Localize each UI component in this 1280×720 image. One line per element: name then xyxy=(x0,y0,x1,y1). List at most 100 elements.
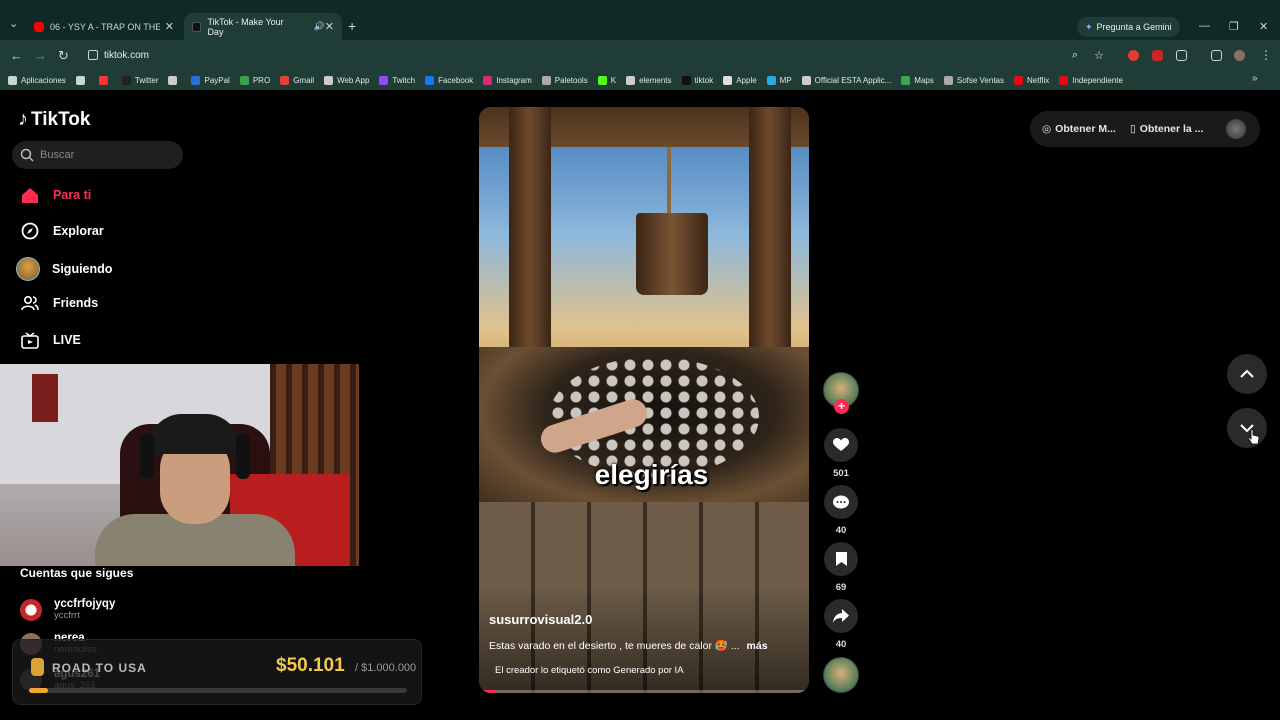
bookmark-item[interactable]: Aplicaciones xyxy=(8,75,66,85)
nav-label: Explorar xyxy=(53,224,104,238)
like-button[interactable]: 501 xyxy=(823,428,859,479)
bookmark-item[interactable]: Independiente xyxy=(1059,75,1123,85)
bookmark-item[interactable]: Twitter xyxy=(121,75,158,85)
money-bag-icon xyxy=(31,658,44,676)
bookmark-item[interactable] xyxy=(75,75,89,85)
nav-siguiendo[interactable]: Siguiendo xyxy=(16,257,112,281)
bookmark-favicon-icon xyxy=(280,75,290,85)
close-icon[interactable]: ✕ xyxy=(325,20,334,33)
nav-explorar[interactable]: Explorar xyxy=(20,221,104,241)
bookmark-item[interactable]: Paletools xyxy=(541,75,588,85)
bookmark-favicon-icon xyxy=(597,75,607,85)
restore-icon[interactable]: ❐ xyxy=(1229,20,1239,33)
tab-search-icon[interactable]: ⌄ xyxy=(9,17,18,30)
tiktok-note-icon: ♪ xyxy=(18,108,28,130)
bookmark-item[interactable]: Twitch xyxy=(379,75,415,85)
nav-live[interactable]: LIVE xyxy=(20,330,81,350)
comment-button[interactable]: 40 xyxy=(823,485,859,536)
more-bookmarks-icon[interactable]: » xyxy=(1252,73,1258,84)
reload-icon[interactable]: ↻ xyxy=(58,48,69,64)
zoom-icon[interactable]: ⌕ xyxy=(1072,49,1078,62)
bookmark-label: Aplicaciones xyxy=(21,75,66,85)
extensions-puzzle-icon[interactable] xyxy=(1176,50,1187,61)
gemini-button[interactable]: ✦ Pregunta a Gemini xyxy=(1077,17,1180,37)
tab-tiktok[interactable]: TikTok - Make Your Day 🔊 ✕ xyxy=(184,13,342,40)
close-icon[interactable]: ✕ xyxy=(165,20,174,33)
nav-para-ti[interactable]: Para ti xyxy=(20,185,91,205)
nav-label: Friends xyxy=(53,296,99,310)
get-desktop-app-button[interactable]: ◎ Obtener M... xyxy=(1042,123,1116,135)
ai-generated-label: El creador lo etiquetó como Generado por… xyxy=(495,665,684,676)
progress-track xyxy=(29,688,407,693)
next-video-button[interactable] xyxy=(1227,408,1267,448)
tiktok-logo[interactable]: ♪ TikTok xyxy=(18,108,90,131)
bookmark-star-icon[interactable]: ☆ xyxy=(1094,49,1104,62)
bucket-image xyxy=(636,213,708,295)
close-window-icon[interactable]: ✕ xyxy=(1259,20,1268,33)
bookmark-item[interactable]: Sofse Ventas xyxy=(943,75,1005,85)
bookmark-item[interactable]: PayPal xyxy=(191,75,230,85)
profile-avatar[interactable] xyxy=(1226,119,1246,139)
bookmark-label: MP xyxy=(779,75,792,85)
bookmark-label: Official ESTA Applic... xyxy=(814,75,892,85)
bookmark-item[interactable]: MP xyxy=(766,75,792,85)
extension-icon[interactable] xyxy=(1152,50,1163,61)
address-bar-row: ← → ↻ tiktok.com ⌕ ☆ ⋮ xyxy=(0,40,1280,70)
bookmark-item[interactable] xyxy=(98,75,112,85)
nav-friends[interactable]: Friends xyxy=(20,293,98,313)
share-button[interactable]: 40 xyxy=(823,599,859,650)
menu-icon[interactable]: ⋮ xyxy=(1260,48,1272,62)
account-username: yccfrrt xyxy=(54,610,80,621)
music-disc-avatar[interactable] xyxy=(823,657,859,693)
bookmark-label: PRO xyxy=(252,75,271,85)
bookmark-label: Independiente xyxy=(1072,75,1123,85)
new-tab-icon[interactable]: + xyxy=(348,18,356,34)
previous-video-button[interactable] xyxy=(1227,354,1267,394)
bookmark-item[interactable]: Apple xyxy=(723,75,757,85)
media-control-icon[interactable] xyxy=(1211,50,1222,61)
search-input[interactable]: Buscar xyxy=(12,141,183,169)
address-field[interactable]: tiktok.com ⌕ ☆ xyxy=(82,44,1122,66)
mouse-cursor-icon xyxy=(1248,429,1260,445)
compass-icon xyxy=(20,221,40,241)
bookmark-item[interactable]: elements xyxy=(626,75,672,85)
bookmark-item[interactable]: tiktok xyxy=(681,75,714,85)
heart-icon xyxy=(824,428,858,462)
video-author[interactable]: susurrovisual2.0 xyxy=(489,612,592,627)
following-account[interactable]: yccfrfojyqy yccfrrt xyxy=(20,598,115,621)
forward-icon[interactable]: → xyxy=(34,48,47,63)
save-button[interactable]: 69 xyxy=(823,542,859,593)
extension-icon[interactable] xyxy=(1128,50,1139,61)
bookmark-item[interactable]: Instagram xyxy=(483,75,532,85)
phone-icon: ▯ xyxy=(1130,123,1136,135)
bookmark-label: Sofse Ventas xyxy=(956,75,1005,85)
bookmark-item[interactable]: Official ESTA Applic... xyxy=(801,75,892,85)
logo-text: TikTok xyxy=(31,108,91,130)
profile-avatar[interactable] xyxy=(1234,50,1245,61)
bookmark-item[interactable]: PRO xyxy=(239,75,271,85)
video-progress-bar[interactable] xyxy=(479,690,809,693)
get-mobile-app-button[interactable]: ▯ Obtener la ... xyxy=(1130,123,1203,135)
follow-plus-icon[interactable]: + xyxy=(834,399,849,414)
video-player[interactable]: elegirías susurrovisual2.0 Estas varado … xyxy=(479,107,809,693)
bookmark-item[interactable]: Facebook xyxy=(425,75,473,85)
bookmark-label: tiktok xyxy=(694,75,714,85)
site-info-icon[interactable] xyxy=(88,50,98,60)
minimize-icon[interactable]: — xyxy=(1199,20,1210,32)
bookmark-item[interactable]: K xyxy=(597,75,616,85)
bookmark-item[interactable]: Gmail xyxy=(280,75,314,85)
tab-youtube[interactable]: 06 - YSY A - TRAP ON THE ROC ✕ xyxy=(26,13,182,40)
back-icon[interactable]: ← xyxy=(10,48,23,63)
bookmark-favicon-icon xyxy=(324,75,334,85)
bookmark-label: PayPal xyxy=(204,75,230,85)
comment-icon xyxy=(824,485,858,519)
bookmarks-bar: Aplicaciones Twitter PayPal PRO Gmail Web App… xyxy=(0,70,1280,90)
speaker-icon[interactable]: 🔊 xyxy=(314,21,325,32)
bookmark-item[interactable]: Netflix xyxy=(1014,75,1049,85)
video-progress-fill xyxy=(479,690,496,693)
bookmark-item[interactable]: Web App xyxy=(324,75,369,85)
bookmark-favicon-icon xyxy=(1014,75,1024,85)
bookmark-item[interactable]: Maps xyxy=(901,75,934,85)
more-link[interactable]: más xyxy=(747,640,768,652)
bookmark-item[interactable] xyxy=(168,75,181,85)
